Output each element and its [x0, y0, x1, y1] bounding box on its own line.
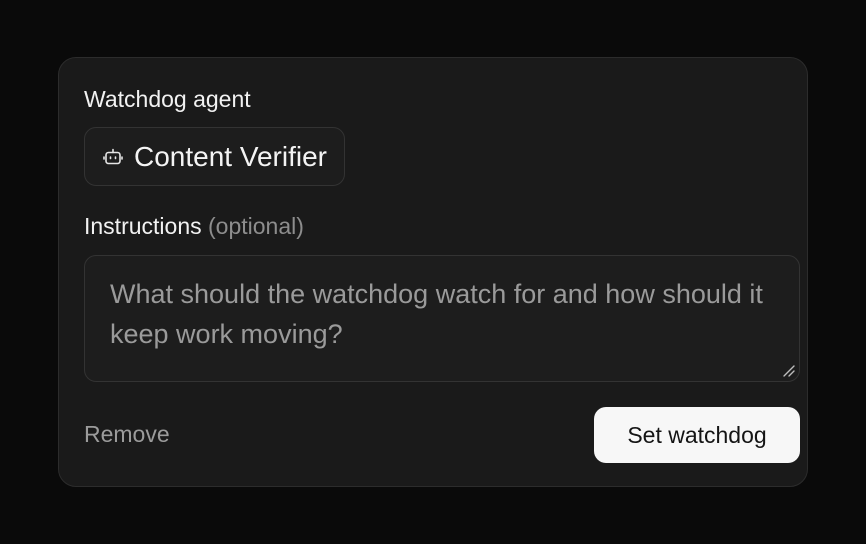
optional-hint: (optional)	[208, 213, 304, 239]
resize-handle-icon[interactable]	[782, 364, 796, 378]
instructions-textarea[interactable]	[85, 256, 799, 381]
instructions-field-container	[84, 255, 800, 382]
set-watchdog-button[interactable]: Set watchdog	[594, 407, 800, 463]
agent-selector-chip[interactable]: Content Verifier	[84, 127, 345, 186]
agent-name: Content Verifier	[134, 140, 327, 172]
instructions-label-text: Instructions	[84, 213, 202, 239]
remove-button[interactable]: Remove	[84, 420, 170, 448]
robot-icon	[102, 146, 124, 168]
instructions-label: Instructions (optional)	[84, 212, 304, 240]
watchdog-agent-label: Watchdog agent	[84, 86, 251, 112]
watchdog-panel: Watchdog agent Content Verifier Instruct…	[58, 57, 808, 487]
